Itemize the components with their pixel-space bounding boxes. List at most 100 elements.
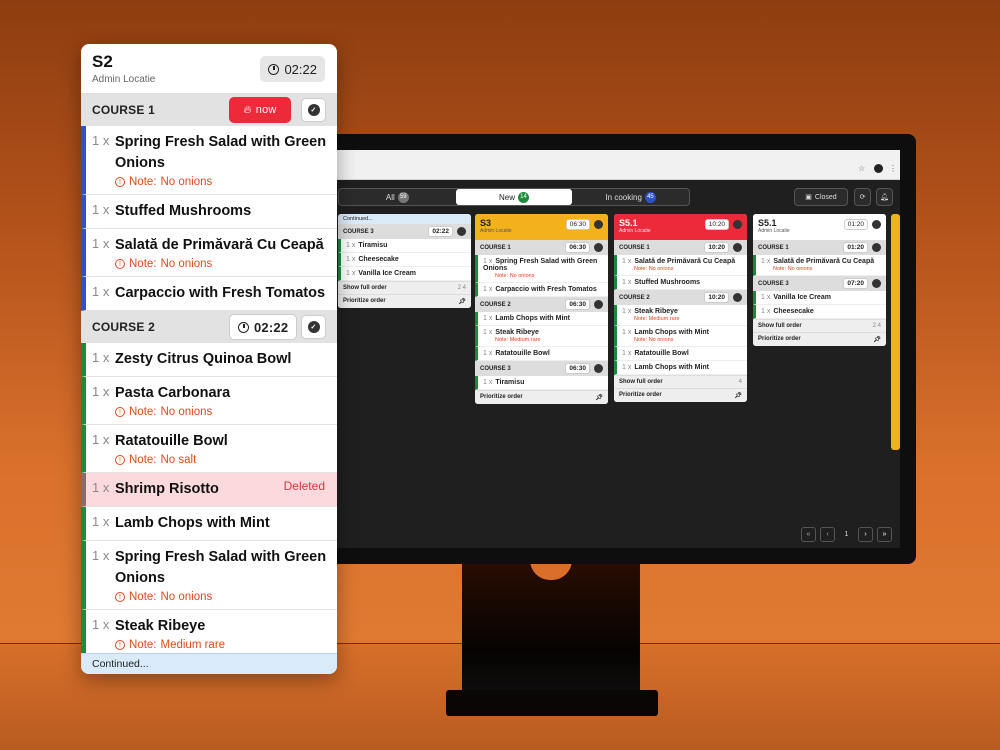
list-item[interactable]: 1 x Ratatouille Bowl: [475, 347, 608, 361]
list-item[interactable]: 1 x Cheesecake: [338, 253, 471, 267]
list-item[interactable]: 1 x Tiramisu: [338, 239, 471, 253]
list-item[interactable]: 1 x Salată de Primăvară Cu Ceapă Note: No …: [753, 255, 886, 276]
list-item[interactable]: 1 x Steak Ribeye Note: Medium rare: [475, 326, 608, 347]
check-button[interactable]: [872, 220, 881, 229]
course-header: COURSE 3 07:20: [753, 276, 886, 291]
course-header: COURSE 3 02:22: [338, 224, 471, 239]
list-item[interactable]: 1 x Spring Fresh Salad with Green Onions…: [81, 541, 337, 610]
list-item[interactable]: 1 x Zesty Citrus Quinoa Bowl: [81, 343, 337, 377]
check-button[interactable]: [872, 279, 881, 288]
continued-banner: Continued...: [81, 653, 337, 674]
check-button[interactable]: [457, 227, 466, 236]
list-item[interactable]: 1 x Steak Ribeye Note: Medium rare: [614, 305, 747, 326]
list-item[interactable]: 1 x Stuffed Mushrooms: [81, 195, 337, 229]
list-item[interactable]: 1 x Lamb Chops with Mint: [614, 361, 747, 375]
check-button[interactable]: [594, 243, 603, 252]
list-item[interactable]: 1 x Spring Fresh Salad with Green Onions N…: [475, 255, 608, 283]
check-button[interactable]: [733, 220, 742, 229]
monitor-stand: [462, 560, 640, 710]
show-full-order[interactable]: Show full order 2 4: [753, 319, 886, 332]
profile-icon[interactable]: [874, 164, 883, 173]
deleted-badge: Deleted: [283, 479, 325, 493]
course-header: COURSE 1 01:20: [753, 240, 886, 255]
item-note: ! Note: No onions: [115, 591, 329, 603]
filter-in-cooking[interactable]: In cooking 45: [572, 189, 689, 205]
complete-course-button[interactable]: ✓: [301, 315, 326, 339]
box-icon: ▣: [805, 194, 812, 201]
fire-now-button[interactable]: 🔥︎ now: [229, 97, 291, 123]
order-card-s5-1-urgent: S5.1 Admin Locatie 10:20 COURSE 1 10:20 1 x…: [614, 214, 747, 402]
check-button[interactable]: [594, 300, 603, 309]
list-item[interactable]: 1 x Stuffed Mushrooms: [614, 276, 747, 290]
order-ticket-s2: S2 Admin Locatie 02:22 COURSE 1 🔥︎ now ✓ …: [81, 44, 337, 674]
check-icon: ✓: [307, 321, 320, 333]
closed-button[interactable]: ▣ Closed: [794, 188, 848, 206]
order-header: S5.1 Admin Locatie 01:20: [753, 214, 886, 240]
star-icon[interactable]: ☆: [858, 164, 865, 173]
pagination: « ‹ 1 › »: [801, 527, 892, 542]
order-timer: 06:30: [565, 219, 590, 230]
list-item[interactable]: 1 x Pasta Carbonara ! Note: No onions: [81, 377, 337, 425]
filter-bar: All 59 New 14 In cooking 45 ▣ Closed ⟳ 🔔︎: [336, 188, 900, 208]
list-item[interactable]: 1 x Vanilla Ice Cream: [338, 267, 471, 281]
ticket-header: S2 Admin Locatie 02:22: [81, 44, 337, 94]
check-button[interactable]: [594, 364, 603, 373]
item-note: ! Note: No onions: [115, 406, 329, 418]
list-item[interactable]: 1 x Steak Ribeye ! Note: Medium rare: [81, 610, 337, 658]
list-item[interactable]: 1 x Carpaccio with Fresh Tomatos: [475, 283, 608, 297]
last-page-button[interactable]: »: [877, 527, 892, 542]
check-button[interactable]: [872, 243, 881, 252]
info-icon: !: [115, 592, 125, 602]
prioritize-order[interactable]: Prioritize order 📌︎: [753, 332, 886, 346]
first-page-button[interactable]: «: [801, 527, 816, 542]
list-item[interactable]: 1 x Spring Fresh Salad with Green Onions…: [81, 126, 337, 195]
monitor-stand-base: [446, 690, 658, 716]
order-header: S5.1 Admin Locatie 10:20: [614, 214, 747, 240]
course-header: COURSE 1 06:30: [475, 240, 608, 255]
browser-toolbar: ☆ ⋮: [336, 150, 900, 180]
prioritize-order[interactable]: Prioritize order 📌︎: [338, 294, 471, 308]
prioritize-order[interactable]: Prioritize order 📌︎: [614, 388, 747, 402]
list-item-deleted[interactable]: 1 x Shrimp Risotto Deleted: [81, 473, 337, 507]
list-item[interactable]: 1 x Salată de Primăvară Cu Ceapă Note: No …: [614, 255, 747, 276]
check-button[interactable]: [733, 293, 742, 302]
prev-page-button[interactable]: ‹: [820, 527, 835, 542]
list-item[interactable]: 1 x Ratatouille Bowl: [614, 347, 747, 361]
next-page-button[interactable]: ›: [858, 527, 873, 542]
info-icon: !: [115, 640, 125, 650]
notifications-button[interactable]: 🔔︎: [876, 188, 893, 206]
show-full-order[interactable]: Show full order 4: [614, 375, 747, 388]
course-2-header: COURSE 2 02:22 ✓: [81, 311, 337, 343]
list-item[interactable]: 1 x Lamb Chops with Mint: [81, 507, 337, 541]
list-item[interactable]: 1 x Tiramisu: [475, 376, 608, 390]
info-icon: !: [115, 259, 125, 269]
check-button[interactable]: [733, 243, 742, 252]
list-item[interactable]: 1 x Salată de Primăvară Cu Ceapă ! Note: …: [81, 229, 337, 277]
kebab-menu-icon[interactable]: ⋮: [889, 164, 897, 173]
order-card-s3: S3 Admin Locatie 06:30 COURSE 1 06:30 1 x Sp…: [475, 214, 608, 404]
complete-course-button[interactable]: ✓: [301, 98, 326, 122]
show-full-order[interactable]: Show full order 2 4: [338, 281, 471, 294]
info-icon: !: [115, 455, 125, 465]
list-item[interactable]: 1 x Carpaccio with Fresh Tomatos: [81, 277, 337, 311]
refresh-button[interactable]: ⟳: [854, 188, 871, 206]
list-item[interactable]: 1 x Ratatouille Bowl ! Note: No salt: [81, 425, 337, 473]
info-icon: !: [115, 177, 125, 187]
course-header: COURSE 1 10:20: [614, 240, 747, 255]
order-card-continued: Continued... COURSE 3 02:22 1 x Tiramisu 1…: [338, 214, 471, 308]
check-icon: ✓: [307, 104, 320, 116]
list-item[interactable]: 1 x Lamb Chops with Mint Note: No onions: [614, 326, 747, 347]
prioritize-order[interactable]: Prioritize order 📌︎: [475, 390, 608, 404]
list-item[interactable]: 1 x Lamb Chops with Mint: [475, 312, 608, 326]
course-1-header: COURSE 1 🔥︎ now ✓: [81, 94, 337, 126]
flame-icon: 🔥︎: [243, 103, 252, 116]
clock-icon: [268, 63, 280, 75]
bell-icon: 🔔︎: [880, 194, 889, 201]
info-icon: !: [115, 407, 125, 417]
list-item[interactable]: 1 x Cheesecake: [753, 305, 886, 319]
check-button[interactable]: [594, 220, 603, 229]
filter-new[interactable]: New 14: [455, 189, 573, 205]
filter-all[interactable]: All 59: [339, 189, 456, 205]
course-timer: 02:22: [229, 314, 298, 340]
list-item[interactable]: 1 x Vanilla Ice Cream: [753, 291, 886, 305]
